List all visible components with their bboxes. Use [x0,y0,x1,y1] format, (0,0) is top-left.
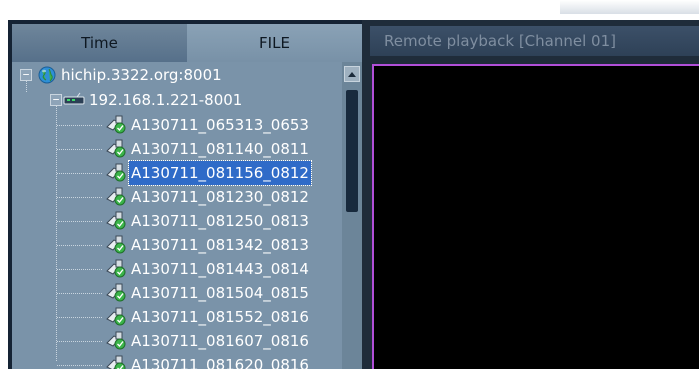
list-item[interactable]: A130711_081443_0814 [129,257,311,281]
recording-file-icon [104,258,128,280]
recording-file-icon [104,234,128,256]
tree-device-label: 192.168.1.221-8001 [89,91,243,109]
tree-connector [57,221,102,222]
tree-root-node[interactable]: hichip.3322.org:8001 [59,63,224,87]
file-label: A130711_081156_0812 [128,160,312,186]
tree-connector [57,365,102,366]
file-label: A130711_081620_0816 [131,356,309,369]
file-label: A130711_081230_0812 [131,188,309,206]
file-label: A130711_081504_0815 [131,284,309,302]
tree-connector [57,341,102,342]
video-viewport[interactable] [372,64,699,369]
tree-root-label: hichip.3322.org:8001 [61,66,222,84]
recording-file-icon [104,138,128,160]
list-item[interactable]: A130711_081620_0816 [129,353,311,369]
tab-file[interactable]: FILE [187,24,362,62]
window-top-strip [0,0,699,16]
tree-scrollbar[interactable] [342,62,362,369]
recording-file-icon [104,162,128,184]
file-label: A130711_081250_0813 [131,212,309,230]
recording-file-icon [104,186,128,208]
list-item[interactable]: A130711_065313_0653 [129,113,311,137]
tree-connector [57,293,102,294]
globe-icon [38,66,56,84]
tree-connector [56,106,57,361]
list-item-selected[interactable]: A130711_081156_0812 [128,160,312,186]
tree-connector [57,317,102,318]
recording-file-icon [104,306,128,328]
recording-file-icon [104,114,128,136]
tree-connector [57,245,102,246]
recording-file-icon [104,282,128,304]
scroll-up-arrow-icon[interactable] [344,66,360,82]
file-label: A130711_081607_0816 [131,332,309,350]
tree-connector [57,173,102,174]
file-tree: − hichip.3322.org:8001 − 192.168.1.221-8… [12,62,362,369]
network-device-icon [63,92,85,105]
list-item[interactable]: A130711_081230_0812 [129,185,311,209]
list-item[interactable]: A130711_081607_0816 [129,329,311,353]
list-item[interactable]: A130711_081250_0813 [129,209,311,233]
list-item[interactable]: A130711_081504_0815 [129,281,311,305]
recording-file-icon [104,210,128,232]
tree-device-node[interactable]: 192.168.1.221-8001 [87,88,244,112]
file-label: A130711_081342_0813 [131,236,309,254]
list-item[interactable]: A130711_081342_0813 [129,233,311,257]
window-top-shade [560,0,699,14]
tab-bar: Time FILE [12,24,362,62]
tree-connector [57,125,102,126]
tab-time[interactable]: Time [12,24,187,62]
file-label: A130711_065313_0653 [131,116,309,134]
file-label: A130711_081552_0816 [131,308,309,326]
file-label: A130711_081140_0811 [131,140,309,158]
root-collapse-toggle[interactable]: − [20,69,32,81]
list-item[interactable]: A130711_081140_0811 [129,137,311,161]
file-label: A130711_081443_0814 [131,260,309,278]
tree-connector [57,149,102,150]
file-panel: Time FILE − hichip.3322.org:8001 − 192.1… [8,20,362,369]
playback-title: Remote playback [Channel 01] [370,26,699,56]
recording-file-icon [104,330,128,352]
tree-connector [57,197,102,198]
list-item[interactable]: A130711_081552_0816 [129,305,311,329]
tree-connector [57,269,102,270]
scroll-thumb[interactable] [346,90,358,212]
device-collapse-toggle[interactable]: − [50,94,62,106]
playback-panel: Remote playback [Channel 01] [362,20,699,369]
recording-file-icon [104,354,128,369]
tree-connector [26,81,27,92]
